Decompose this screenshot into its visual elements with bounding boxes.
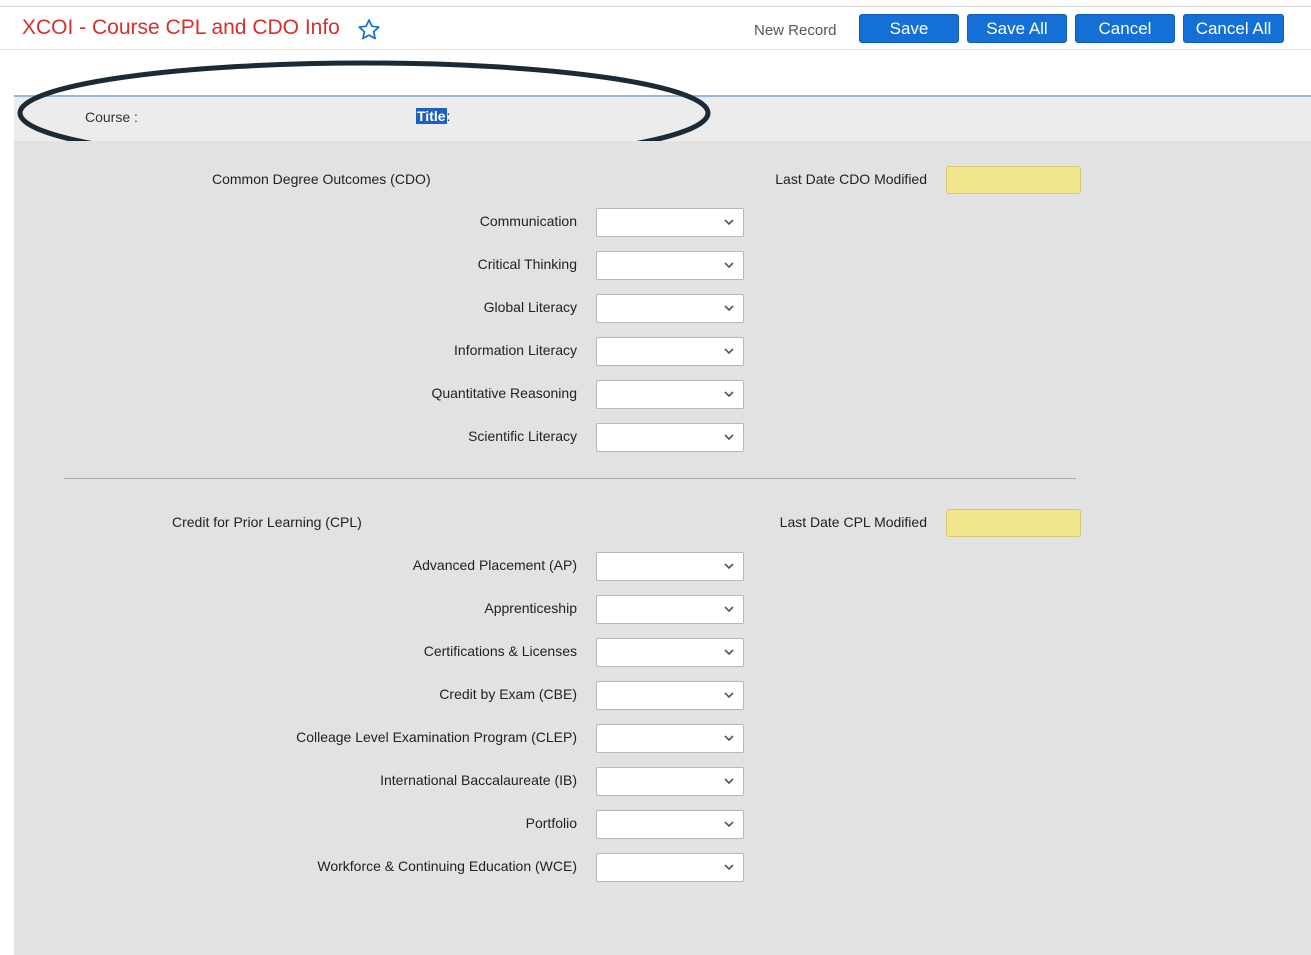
save-button[interactable]: Save (859, 14, 959, 43)
chevron-down-icon (724, 735, 734, 742)
chevron-down-icon (724, 348, 734, 355)
page-title: XCOI - Course CPL and CDO Info (22, 16, 340, 39)
dropdown-select[interactable] (596, 380, 744, 409)
title-label-colon: : (446, 108, 451, 124)
dropdown-select[interactable] (596, 337, 744, 366)
chevron-down-icon (724, 864, 734, 871)
field-label: Apprenticeship (484, 600, 577, 616)
chevron-down-icon (724, 434, 734, 441)
chevron-down-icon (724, 563, 734, 570)
field-label: Communication (479, 213, 577, 229)
dropdown-select[interactable] (596, 251, 744, 280)
cancel-all-button[interactable]: Cancel All (1183, 14, 1284, 43)
title-label-highlight: Title (416, 108, 447, 124)
field-label: International Baccalaureate (IB) (380, 772, 577, 788)
chevron-down-icon (724, 821, 734, 828)
chevron-down-icon (724, 778, 734, 785)
field-label: Workforce & Continuing Education (WCE) (317, 858, 577, 874)
field-label: Critical Thinking (477, 256, 577, 272)
chevron-down-icon (724, 305, 734, 312)
dropdown-select[interactable] (596, 294, 744, 323)
field-label: Colleage Level Examination Program (CLEP… (296, 729, 577, 745)
chevron-down-icon (724, 219, 734, 226)
dropdown-select[interactable] (596, 767, 744, 796)
dropdown-select[interactable] (596, 208, 744, 237)
star-outline-icon[interactable] (356, 17, 382, 43)
field-label: Information Literacy (454, 342, 577, 358)
field-label: Certifications & Licenses (423, 643, 577, 659)
new-record-label: New Record (754, 22, 837, 39)
course-info-strip (14, 95, 1311, 141)
chevron-down-icon (724, 649, 734, 656)
dropdown-select[interactable] (596, 423, 744, 452)
course-label: Course : (85, 109, 138, 125)
section-divider (64, 478, 1076, 479)
dropdown-select[interactable] (596, 724, 744, 753)
field-label: Global Literacy (483, 299, 577, 315)
chevron-down-icon (724, 262, 734, 269)
dropdown-select[interactable] (596, 595, 744, 624)
dropdown-select[interactable] (596, 681, 744, 710)
chevron-down-icon (724, 391, 734, 398)
cpl-modified-label: Last Date CPL Modified (779, 514, 927, 530)
field-label: Credit by Exam (CBE) (439, 686, 577, 702)
cpl-modified-date-field[interactable] (946, 509, 1081, 537)
chevron-down-icon (724, 692, 734, 699)
cdo-modified-label: Last Date CDO Modified (775, 171, 927, 187)
cdo-modified-date-field[interactable] (946, 166, 1081, 194)
dropdown-select[interactable] (596, 853, 744, 882)
field-label: Portfolio (525, 815, 577, 831)
cancel-button[interactable]: Cancel (1075, 14, 1175, 43)
cdo-section-heading: Common Degree Outcomes (CDO) (212, 171, 431, 187)
chevron-down-icon (724, 606, 734, 613)
top-rule (0, 6, 1311, 7)
field-label: Advanced Placement (AP) (412, 557, 577, 573)
field-label: Scientific Literacy (468, 428, 577, 444)
save-all-button[interactable]: Save All (967, 14, 1067, 43)
page-header: XCOI - Course CPL and CDO Info New Recor… (0, 8, 1311, 50)
dropdown-select[interactable] (596, 638, 744, 667)
title-label: Title: (416, 108, 450, 124)
dropdown-select[interactable] (596, 810, 744, 839)
field-label: Quantitative Reasoning (431, 385, 577, 401)
cpl-section-heading: Credit for Prior Learning (CPL) (172, 514, 362, 530)
dropdown-select[interactable] (596, 552, 744, 581)
